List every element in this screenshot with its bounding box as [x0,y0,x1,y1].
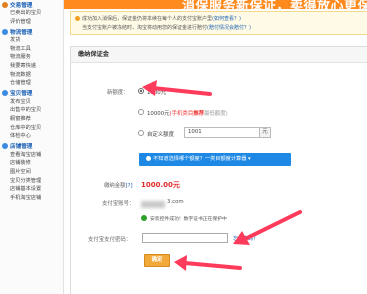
section-icon [2,28,8,35]
deposit-amount: 1000.00元 [141,181,180,189]
sidebar-section: 宝贝管理 发布宝贝 出售中的宝贝 橱窗推荐 仓库中的宝贝 体检中心 [0,89,63,141]
section-icon [2,90,8,97]
sidebar-section-label: 交易管理 [10,2,33,9]
sidebar-item[interactable]: 仓储管理 [0,79,63,88]
password-label: 支付宝支付密码： [88,237,132,243]
sidebar-item[interactable]: 物流服务 [0,53,63,62]
sidebar-item[interactable]: 店铺装修 [0,159,63,168]
sidebar-item[interactable]: 体检中心 [0,132,63,141]
question-icon [146,156,151,161]
sidebar-section-title[interactable]: 物流管理 [0,27,63,36]
panel-title: 缴纳保证金 [71,47,367,63]
calculator-text: 不知道选择哪个额度？一类目额度计算器 [153,156,247,162]
forgot-password-link[interactable]: 忘记密码？ [233,235,258,242]
sidebar-item[interactable]: 物流工具 [0,45,63,54]
chevron-down-icon: ▾ [246,156,251,162]
confirm-button[interactable]: 确定 [144,254,170,267]
sidebar-section: 店铺管理 查看淘宝店铺 店铺装修 图片空间 宝贝分类管理 店铺基本设置 手机淘宝店铺 [0,142,63,203]
sidebar-section-title[interactable]: 店铺管理 [0,142,63,151]
radio-10000[interactable] [138,109,144,115]
deposit-label: 缴纳金额[?] [104,181,133,189]
deposit-help-link[interactable]: [?] [126,183,133,189]
sidebar-item[interactable]: 出售中的宝贝 [0,106,63,115]
option-1000-label: 1000元 [147,90,167,96]
notice-text-1: 成功加入消保后，保证金仍将本续在每个人的支付宝账户里 [82,16,213,22]
option-10000-tag: (手机类目 [169,111,194,117]
account-value: 3.com [167,199,184,205]
section-icon [2,1,8,8]
info-icon [75,16,80,21]
sidebar-section-label: 宝贝管理 [10,91,33,98]
sidebar-item[interactable]: 评价管理 [0,18,63,27]
banner-text: 消保服务新保证，卖得放心更保证 [182,0,367,9]
sidebar-section: 交易管理 已卖出的宝贝 评价管理 [0,0,63,26]
sidebar: 交易管理 已卖出的宝贝 评价管理 物流管理 发货 物流工具 物流服务 我要寄快递 物流数据 仓储管… [0,0,64,294]
notice-box: 成功加入消保后，保证金仍将本续在每个人的支付宝账户里(如何查看？) 当支付宝账户… [70,11,367,35]
success-icon [141,215,147,221]
account-label: 支付宝账号： [102,201,135,207]
payout-info-link[interactable]: (赔付情况会赔付？) [207,25,251,31]
sidebar-section-title[interactable]: 交易管理 [0,0,63,9]
sidebar-item[interactable]: 查看淘宝店铺 [0,151,63,160]
sidebar-item[interactable]: 店铺基本设置 [0,185,63,194]
custom-amount-unit: 元 [260,127,271,138]
sidebar-section-title[interactable]: 宝贝管理 [0,89,63,98]
notice-line-2: 当支付宝账户被冻结时，淘宝将动用您的保证金进行赔付(赔付情况会赔付？) [75,24,251,31]
how-to-view-link[interactable]: (如何查看？) [212,16,241,22]
sidebar-item[interactable]: 已卖出的宝贝 [0,9,63,18]
amount-calculator-bar[interactable]: 不知道选择哪个额度？一类目额度计算器 ▾ [139,153,291,166]
sidebar-item[interactable]: 宝贝分类管理 [0,177,63,186]
deposit-label-text: 缴纳金额 [104,183,126,189]
certificate-status: 安装控件成功！数字证书正在保护中 [150,217,227,222]
deposit-panel: 缴纳保证金 新额度： 1000元 10000元(手机类目推荐最低额度) 自定义额… [70,46,367,294]
notice-text-2: 当支付宝账户被冻结时，淘宝将动用您的保证金进行赔付 [82,25,208,31]
radio-custom[interactable] [138,130,144,136]
recommend-badge: 推荐 [193,111,205,117]
custom-amount-input[interactable]: 1001 [184,127,260,138]
option-10000-value: 10000元 [147,111,170,117]
sidebar-section-label: 店铺管理 [10,144,33,151]
top-banner: 消保服务新保证，卖得放心更保证 [64,0,367,9]
amount-label: 新额度： [107,90,129,96]
sidebar-item[interactable]: 我要寄快递 [0,62,63,71]
option-custom-label: 自定义额度 [147,132,174,138]
account-masked [141,201,165,208]
radio-1000[interactable] [138,88,144,94]
section-icon [2,143,8,150]
payment-password-input[interactable] [142,233,228,243]
sidebar-item[interactable]: 发布宝贝 [0,98,63,107]
option-10000-label: 10000元(手机类目推荐最低额度) [147,109,228,117]
option-10000-note: 最低额度) [204,111,228,117]
sidebar-section: 物流管理 发货 物流工具 物流服务 我要寄快递 物流数据 仓储管理 [0,27,63,88]
sidebar-item[interactable]: 手机淘宝店铺 [0,194,63,203]
sidebar-item[interactable]: 仓库中的宝贝 [0,124,63,133]
sidebar-item[interactable]: 图片空间 [0,168,63,177]
sidebar-item[interactable]: 发货 [0,36,63,45]
sidebar-item[interactable]: 物流数据 [0,71,63,80]
notice-line-1: 成功加入消保后，保证金仍将本续在每个人的支付宝账户里(如何查看？) [75,15,241,22]
sidebar-section-label: 物流管理 [10,29,33,36]
sidebar-item[interactable]: 橱窗推荐 [0,115,63,124]
